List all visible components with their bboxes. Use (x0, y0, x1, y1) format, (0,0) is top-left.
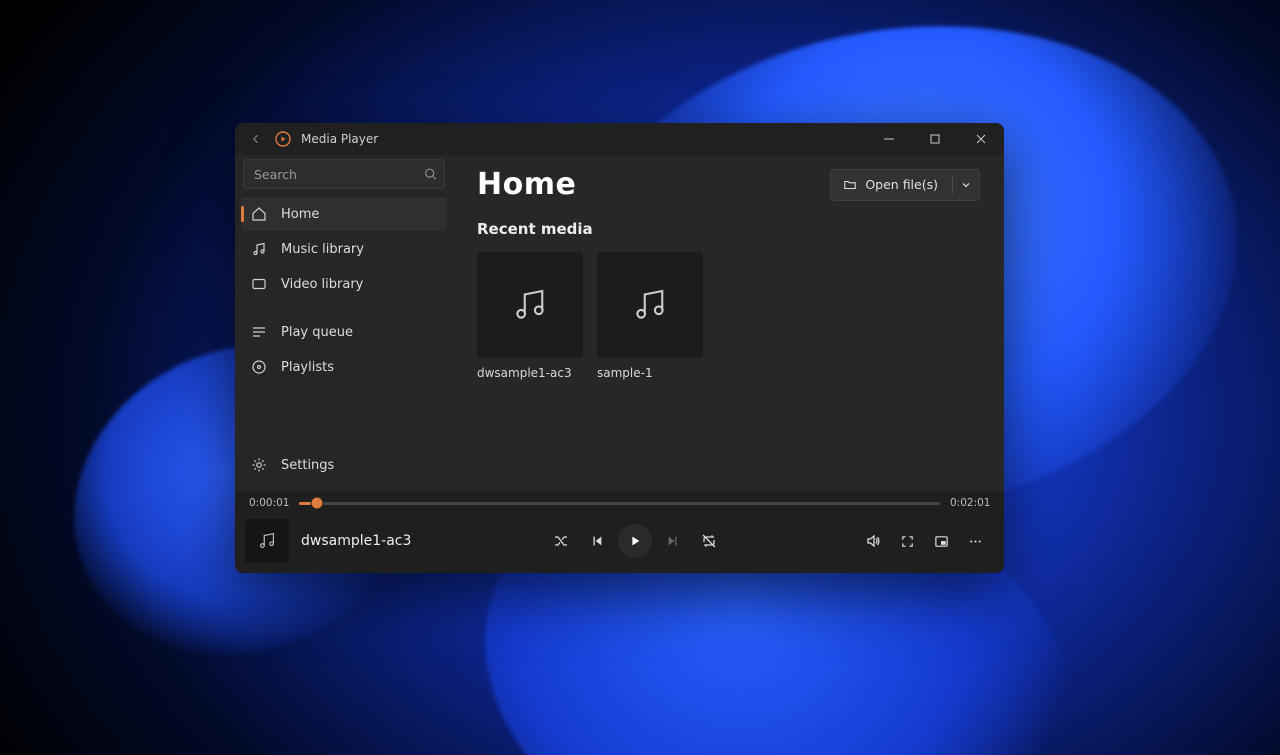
search-icon (424, 168, 437, 181)
main-content: Home Open file(s) Recent media (453, 155, 1004, 490)
previous-button[interactable] (582, 526, 612, 556)
sidebar-item-label: Playlists (281, 360, 334, 375)
player-bar: 0:00:01 0:02:01 dwsample1-ac3 (235, 490, 1004, 573)
open-file-button[interactable]: Open file(s) (830, 169, 980, 201)
elapsed-time: 0:00:01 (249, 497, 289, 509)
page-title: Home (477, 167, 576, 202)
sidebar-item-video-library[interactable]: Video library (241, 267, 447, 301)
recent-media-item[interactable]: sample-1 (597, 252, 703, 380)
volume-button[interactable] (858, 526, 888, 556)
chevron-down-icon[interactable] (952, 176, 971, 194)
media-item-label: dwsample1-ac3 (477, 366, 583, 380)
minimize-button[interactable] (866, 123, 912, 155)
home-icon (251, 206, 267, 222)
play-button[interactable] (618, 524, 652, 558)
app-icon (275, 131, 291, 147)
close-button[interactable] (958, 123, 1004, 155)
next-button[interactable] (658, 526, 688, 556)
queue-icon (251, 324, 267, 340)
open-file-label: Open file(s) (865, 177, 938, 192)
sidebar-item-home[interactable]: Home (241, 197, 447, 231)
music-file-icon (477, 252, 583, 358)
media-item-label: sample-1 (597, 366, 703, 380)
seek-slider[interactable] (299, 502, 940, 505)
video-icon (251, 276, 267, 292)
back-button[interactable] (247, 130, 265, 148)
recent-media-grid: dwsample1-ac3 sample-1 (477, 252, 980, 380)
sidebar-item-play-queue[interactable]: Play queue (241, 315, 447, 349)
titlebar: Media Player (235, 123, 1004, 155)
sidebar-item-playlists[interactable]: Playlists (241, 350, 447, 384)
sidebar-item-settings[interactable]: Settings (241, 448, 447, 482)
search-box (243, 159, 445, 189)
now-playing-title: dwsample1-ac3 (301, 533, 411, 549)
music-note-icon (251, 241, 267, 257)
now-playing-thumbnail[interactable] (245, 519, 289, 563)
shuffle-button[interactable] (546, 526, 576, 556)
sidebar-item-label: Settings (281, 458, 334, 473)
music-file-icon (597, 252, 703, 358)
sidebar-item-label: Home (281, 207, 319, 222)
duration-time: 0:02:01 (950, 497, 990, 509)
playlist-icon (251, 359, 267, 375)
recent-media-item[interactable]: dwsample1-ac3 (477, 252, 583, 380)
fullscreen-button[interactable] (892, 526, 922, 556)
gear-icon (251, 457, 267, 473)
maximize-button[interactable] (912, 123, 958, 155)
sidebar-item-label: Play queue (281, 325, 353, 340)
sidebar-item-label: Music library (281, 242, 364, 257)
app-title: Media Player (301, 132, 378, 146)
folder-open-icon (843, 178, 857, 192)
sidebar-item-label: Video library (281, 277, 363, 292)
search-input[interactable] (243, 159, 445, 189)
sidebar: Home Music library Video library (235, 155, 453, 490)
media-player-window: Media Player (235, 123, 1004, 573)
recent-media-heading: Recent media (477, 220, 980, 238)
more-options-button[interactable] (960, 526, 990, 556)
mini-player-button[interactable] (926, 526, 956, 556)
sidebar-item-music-library[interactable]: Music library (241, 232, 447, 266)
repeat-button[interactable] (694, 526, 724, 556)
